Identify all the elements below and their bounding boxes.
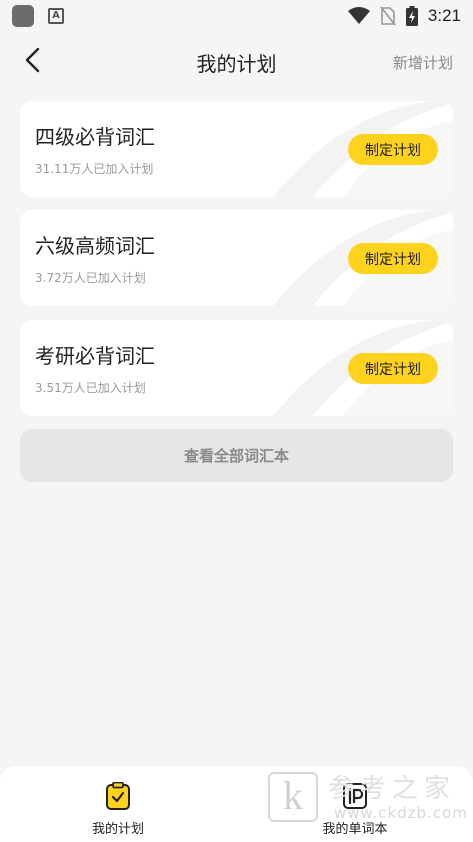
view-all-wordbooks-button[interactable]: 查看全部词汇本 [20, 429, 453, 482]
battery-charging-icon [405, 6, 418, 26]
wifi-icon [347, 7, 370, 24]
plan-title: 六级高频词汇 [35, 234, 155, 258]
a-notification-icon: A [48, 8, 64, 24]
make-plan-button[interactable]: 制定计划 [348, 134, 438, 165]
nav-item-my-plan[interactable]: 我的计划 [0, 766, 236, 842]
plan-joined-count: 3.51万人已加入计划 [35, 381, 146, 395]
make-plan-button[interactable]: 制定计划 [348, 243, 438, 274]
notebook-icon [343, 783, 367, 809]
status-time: 3:21 [427, 6, 461, 25]
app-icon [12, 5, 34, 27]
status-right: 3:21 [347, 6, 461, 26]
plan-card-cet4[interactable]: 四级必背词汇 31.11万人已加入计划 制定计划 [20, 101, 453, 197]
status-bar: A 3:21 [0, 0, 473, 32]
plan-joined-count: 3.72万人已加入计划 [35, 271, 146, 285]
plan-title: 四级必背词汇 [35, 125, 155, 149]
bottom-nav: 我的计划 我的单词本 [0, 766, 473, 842]
plan-title: 考研必背词汇 [35, 344, 155, 368]
status-left: A [12, 5, 64, 27]
add-plan-button[interactable]: 新增计划 [393, 52, 453, 73]
chevron-left-icon[interactable] [20, 46, 48, 74]
no-sim-icon [380, 6, 396, 26]
plan-card-cet6[interactable]: 六级高频词汇 3.72万人已加入计划 制定计划 [20, 210, 453, 306]
header: 我的计划 新增计划 [0, 38, 473, 82]
nav-label: 我的单词本 [322, 822, 388, 837]
nav-label: 我的计划 [91, 822, 144, 837]
clipboard-check-icon [106, 782, 130, 810]
plan-card-postgraduate[interactable]: 考研必背词汇 3.51万人已加入计划 制定计划 [20, 320, 453, 416]
plan-joined-count: 31.11万人已加入计划 [35, 162, 154, 176]
nav-item-my-wordbook[interactable]: 我的单词本 [237, 766, 473, 842]
make-plan-button[interactable]: 制定计划 [348, 353, 438, 384]
